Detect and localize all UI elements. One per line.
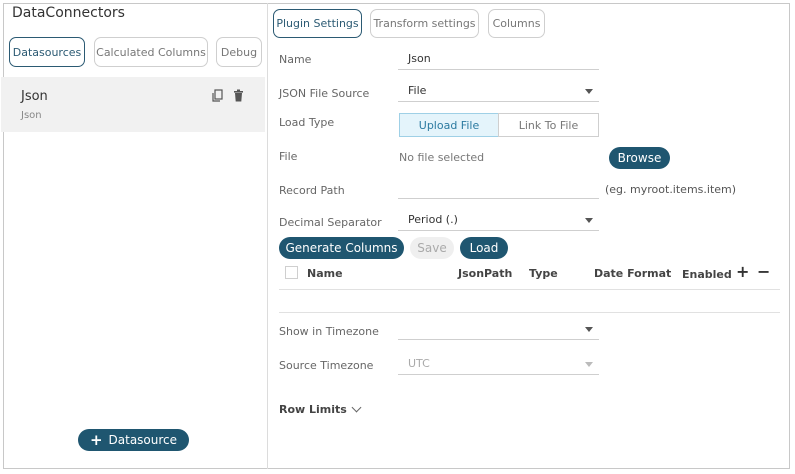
row-limits-toggle[interactable]: Row Limits	[279, 403, 347, 416]
source-timezone-select[interactable]: UTC	[398, 353, 599, 375]
load-type-label: Load Type	[279, 116, 335, 129]
chevron-down-icon	[585, 218, 593, 223]
app-title: DataConnectors	[12, 5, 125, 21]
copy-icon[interactable]	[211, 89, 224, 102]
link-to-file-toggle[interactable]: Link To File	[498, 113, 599, 137]
save-button[interactable]: Save	[410, 237, 454, 259]
chevron-down-icon	[585, 89, 593, 94]
column-header-type: Type	[529, 267, 558, 280]
select-all-checkbox[interactable]	[285, 266, 298, 279]
upload-file-toggle[interactable]: Upload File	[399, 113, 499, 137]
column-header-date-format: Date Format	[594, 267, 672, 280]
decimal-separator-value: Period (.)	[408, 213, 458, 226]
table-header-divider	[279, 289, 780, 290]
record-path-label: Record Path	[279, 184, 345, 197]
tab-plugin-settings[interactable]: Plugin Settings	[273, 9, 362, 38]
json-file-source-value: File	[408, 84, 427, 97]
datasource-name: Json	[21, 89, 48, 104]
show-in-timezone-label: Show in Timezone	[279, 325, 379, 338]
json-file-source-label: JSON File Source	[279, 87, 370, 100]
file-value: No file selected	[399, 151, 485, 164]
name-value: Json	[408, 52, 431, 65]
tab-columns[interactable]: Columns	[488, 9, 545, 38]
tab-debug[interactable]: Debug	[216, 37, 262, 67]
source-timezone-value: UTC	[408, 357, 430, 370]
tab-calculated-columns[interactable]: Calculated Columns	[94, 37, 208, 67]
chevron-down-icon	[585, 327, 593, 332]
column-header-jsonpath: JsonPath	[458, 267, 513, 280]
load-button[interactable]: Load	[460, 237, 508, 259]
add-datasource-button[interactable]: + Datasource	[78, 429, 189, 451]
plus-icon: +	[89, 430, 103, 449]
section-divider	[279, 312, 780, 313]
record-path-hint: (eg. myroot.items.item)	[605, 183, 737, 196]
trash-icon[interactable]	[232, 89, 245, 102]
json-file-source-select[interactable]: File	[398, 80, 599, 102]
generate-columns-button[interactable]: Generate Columns	[279, 237, 404, 259]
tab-datasources[interactable]: Datasources	[9, 37, 85, 67]
remove-column-icon[interactable]: −	[757, 262, 770, 281]
decimal-separator-label: Decimal Separator	[279, 216, 382, 229]
tab-transform-settings[interactable]: Transform settings	[370, 9, 479, 38]
show-in-timezone-select[interactable]	[398, 318, 599, 340]
chevron-down-icon	[585, 362, 593, 367]
column-header-name: Name	[307, 267, 343, 280]
name-field[interactable]: Json	[398, 48, 599, 70]
add-datasource-label: Datasource	[108, 433, 178, 447]
name-label: Name	[279, 53, 312, 66]
source-timezone-label: Source Timezone	[279, 359, 374, 372]
record-path-input[interactable]	[398, 177, 599, 199]
datasource-type: Json	[21, 110, 42, 121]
decimal-separator-select[interactable]: Period (.)	[398, 209, 599, 231]
add-column-icon[interactable]: +	[736, 262, 749, 281]
file-label: File	[279, 150, 298, 163]
left-panel	[3, 3, 268, 469]
column-header-enabled: Enabled	[682, 268, 732, 281]
datasource-list-item[interactable]	[1, 77, 265, 132]
browse-button[interactable]: Browse	[609, 147, 670, 169]
